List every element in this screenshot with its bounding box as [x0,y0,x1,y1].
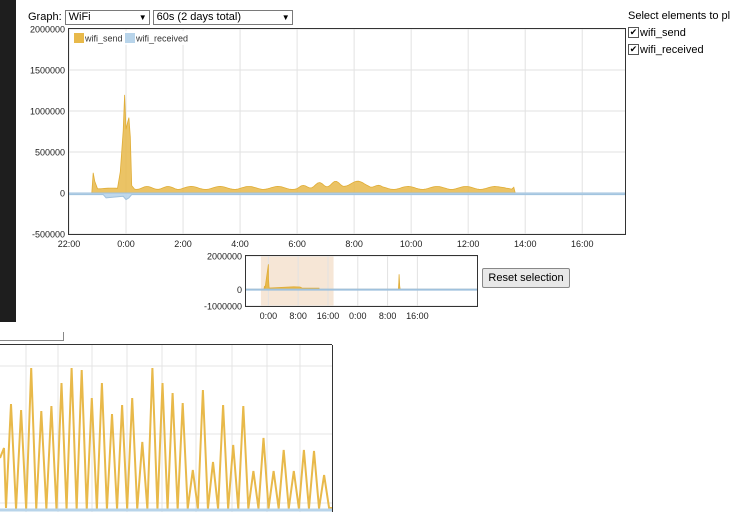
legend-label-wifi-received: wifi_received [135,34,188,44]
y-tick-label: 2000000 [30,25,65,35]
y-tick-label: 500000 [35,148,65,158]
x-tick-label: 4:00 [231,239,249,249]
plot-frame [68,28,626,235]
legend-label-wifi-send: wifi_send [84,34,123,44]
overview-y-tick-label: 2000000 [207,252,242,262]
chart-legend[interactable]: wifi_send wifi_received [72,31,189,45]
overview-x-tick-label: 0:00 [349,311,367,321]
y-tick-label: 1000000 [30,107,65,117]
overview-x-tick-label: 16:00 [406,311,429,321]
y-tick-label: 0 [60,189,65,199]
x-tick-label: 16:00 [571,239,594,249]
x-tick-label: 14:00 [514,239,537,249]
x-tick-label: 10:00 [400,239,423,249]
bottom-line-wifi-send [0,367,332,509]
overview-x-tick-label: 8:00 [379,311,397,321]
overview-x-tick-label: 16:00 [317,311,340,321]
x-tick-label: 22:00 [58,239,81,249]
series-area-wifi-send [91,94,625,194]
overview-y-tick-label: -1000000 [204,302,242,312]
selection-range[interactable] [260,256,334,306]
bottom-detail-chart[interactable] [0,340,731,530]
overview-chart[interactable]: 2000000 0 -1000000 0:00 8:00 16:00 0:00 8:00 16… [0,250,731,330]
overview-y-tick-label: 0 [237,285,242,295]
main-chart[interactable]: 2000000 1500000 1000000 500000 0 -500000 22:0… [0,0,731,255]
x-tick-label: 2:00 [174,239,192,249]
x-tick-label: 8:00 [345,239,363,249]
overview-x-tick-label: 8:00 [289,311,307,321]
y-tick-label: -500000 [32,230,65,240]
x-tick-label: 12:00 [457,239,480,249]
x-tick-label: 0:00 [117,239,135,249]
legend-swatch-wifi-received [125,33,135,43]
x-tick-label: 6:00 [288,239,306,249]
y-tick-label: 1500000 [30,66,65,76]
reset-selection-button[interactable]: Reset selection [482,268,570,288]
legend-swatch-wifi-send [74,33,84,43]
overview-x-tick-label: 0:00 [260,311,278,321]
series-area-wifi-received [68,192,626,201]
